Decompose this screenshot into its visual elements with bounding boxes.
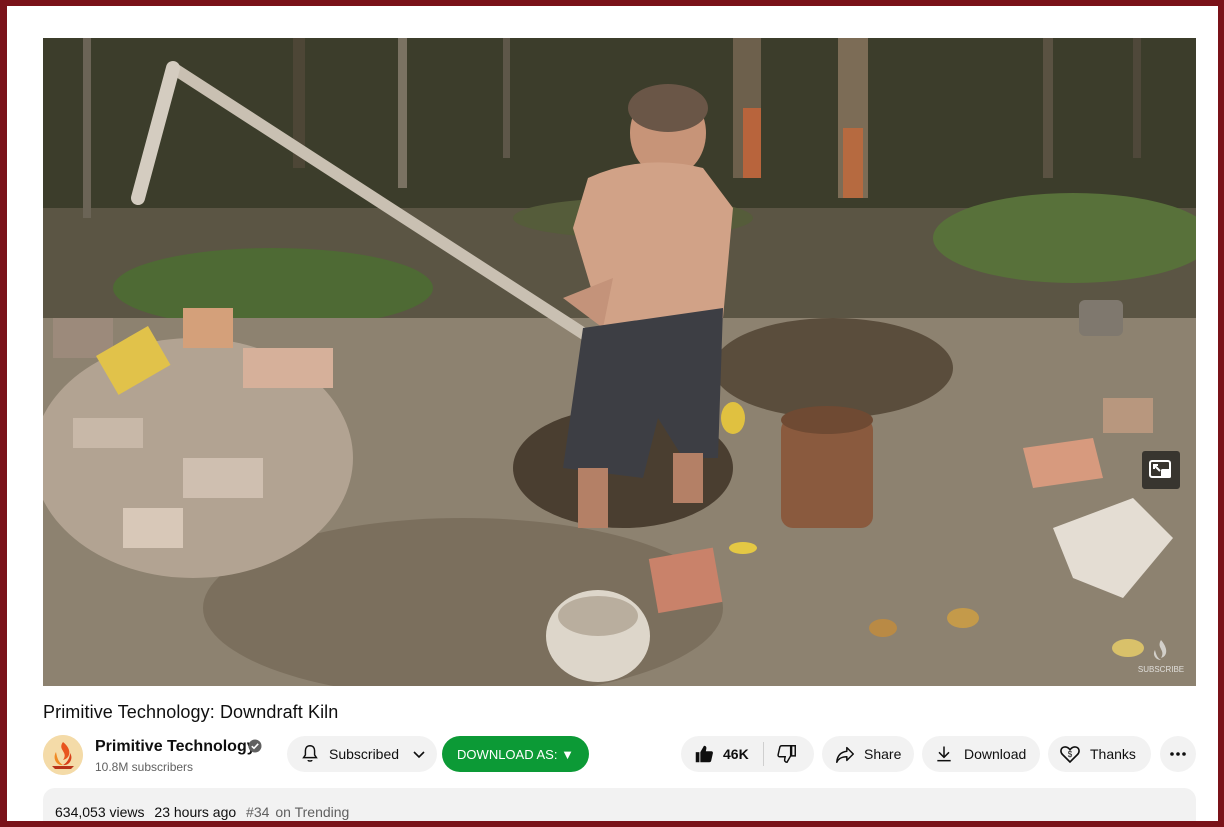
download-icon <box>937 746 951 762</box>
thanks-button[interactable]: $ Thanks <box>1048 736 1151 772</box>
download-button[interactable]: Download <box>922 736 1040 772</box>
video-title: Primitive Technology: Downdraft Kiln <box>43 702 339 722</box>
subscribe-watermark[interactable]: SUBSCRIBE <box>1138 636 1184 676</box>
miniplayer-icon <box>1149 460 1171 478</box>
bell-icon <box>302 745 318 762</box>
trending-label[interactable]: on Trending <box>275 804 349 820</box>
like-dislike-group: 46K <box>681 736 814 772</box>
share-icon <box>836 746 854 763</box>
download-label: Download <box>964 746 1027 762</box>
subscriber-count: 10.8M subscribers <box>95 760 194 774</box>
miniplayer-button[interactable] <box>1142 451 1180 489</box>
chevron-down-icon <box>413 751 425 759</box>
view-count: 634,053 views <box>55 804 145 820</box>
channel-name[interactable]: Primitive Technology <box>95 738 256 756</box>
video-player[interactable]: SUBSCRIBE <box>43 38 1196 686</box>
video-frame <box>43 38 1196 686</box>
thumbs-up-icon[interactable] <box>693 743 715 765</box>
thanks-label: Thanks <box>1090 746 1136 762</box>
video-stats: 634,053 views 23 hours ago #34 on Trendin… <box>55 804 355 820</box>
description-box[interactable]: 634,053 views 23 hours ago #34 on Trendin… <box>43 788 1196 821</box>
share-button[interactable]: Share <box>822 736 914 772</box>
verified-check-icon <box>248 739 262 753</box>
like-count[interactable]: 46K <box>723 746 749 762</box>
channel-avatar[interactable] <box>43 735 83 775</box>
thumbs-down-icon[interactable] <box>776 743 798 765</box>
page: SUBSCRIBE Primitive Technology: Downdraf… <box>7 6 1218 821</box>
subscribe-watermark-icon: SUBSCRIBE <box>1138 640 1184 674</box>
svg-text:$: $ <box>1068 750 1073 759</box>
share-label: Share <box>864 746 902 762</box>
like-divider <box>762 742 764 766</box>
fire-logo-icon <box>43 735 83 775</box>
subscribed-label: Subscribed <box>329 746 400 762</box>
watermark-text: SUBSCRIBE <box>1138 665 1184 674</box>
heart-dollar-icon: $ <box>1060 746 1080 764</box>
more-actions-button[interactable] <box>1160 736 1196 772</box>
trending-rank[interactable]: #34 <box>246 804 269 820</box>
download-as-button[interactable]: DOWNLOAD AS: ▼ <box>442 736 589 772</box>
posted-time: 23 hours ago <box>154 804 237 820</box>
video-meta-row: Primitive Technology 10.8M subscribers S… <box>43 734 1196 778</box>
more-horizontal-icon <box>1170 752 1186 756</box>
subscribed-button[interactable]: Subscribed <box>287 736 437 772</box>
download-as-label: DOWNLOAD AS: ▼ <box>457 746 574 762</box>
